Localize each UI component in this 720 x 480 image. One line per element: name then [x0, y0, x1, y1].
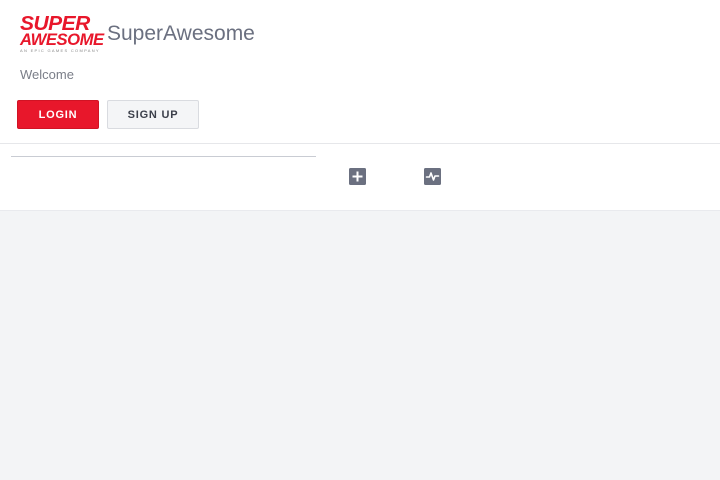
add-square-icon[interactable]	[349, 168, 366, 185]
activity-square-icon[interactable]	[424, 168, 441, 185]
signup-button[interactable]: SIGN UP	[107, 100, 199, 129]
login-button[interactable]: LOGIN	[17, 100, 99, 129]
app-name: SuperAwesome	[107, 22, 255, 45]
toolbar-divider	[11, 156, 316, 157]
superawesome-logo[interactable]: SUPER AWESOME AN EPIC GAMES COMPANY	[20, 14, 104, 54]
welcome-text: Welcome	[20, 67, 74, 82]
logo-line2: AWESOME	[20, 30, 104, 49]
toolbar	[0, 144, 720, 211]
header: SUPER AWESOME AN EPIC GAMES COMPANY Supe…	[0, 0, 720, 144]
logo-tagline: AN EPIC GAMES COMPANY	[20, 48, 100, 53]
